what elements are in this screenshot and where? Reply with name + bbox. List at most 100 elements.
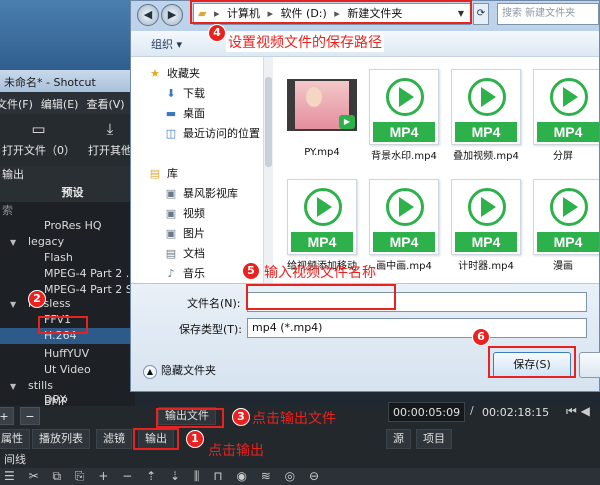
annotation-badge-2: 2 — [28, 290, 46, 308]
ripple-all-icon[interactable]: ◎ — [285, 469, 295, 483]
file-item[interactable]: MP4 叠加视频.mp4 — [445, 63, 527, 163]
mp4-label: MP4 — [373, 122, 435, 142]
skip-icon: ⏮ ◀ — [566, 404, 590, 418]
timeline-title-text: 间线 — [4, 453, 26, 466]
forward-button[interactable]: ▶ — [161, 4, 183, 26]
nav-videos[interactable]: ▣ 视频 — [163, 205, 205, 223]
nav-music[interactable]: ♪ 音乐 — [163, 265, 205, 283]
hide-folders-label: 隐藏文件夹 — [161, 364, 216, 377]
chevron-up-icon: ▲ — [143, 365, 157, 379]
filetype-select[interactable]: mp4 (*.mp4) — [247, 318, 587, 338]
menu-icon[interactable]: ☰ — [4, 469, 15, 483]
file-item[interactable]: ▶ PY.mp4 — [281, 63, 363, 163]
append-icon[interactable]: + — [98, 469, 108, 483]
mp4-label: MP4 — [537, 122, 599, 142]
open-other-icon: ⤓ — [106, 120, 114, 138]
cancel-button[interactable] — [579, 352, 600, 378]
file-list: ▶ PY.mp4 MP4 背景水印.mp4 MP4 叠加视频.mp4 MP4 分… — [277, 57, 599, 283]
annotation-box-filename — [246, 284, 396, 310]
preset-item-dpx[interactable]: DPX — [0, 392, 135, 408]
back-button[interactable]: ◀ — [137, 4, 159, 26]
current-timecode[interactable]: 00:00:05:09 — [388, 402, 466, 422]
open-other-label: 打开其他 — [88, 144, 132, 157]
filetype-value: mp4 (*.mp4) — [252, 321, 323, 334]
video-icon: ▣ — [165, 207, 177, 220]
arrow-left-icon: ◀ — [143, 8, 153, 21]
expand-triangle-icon: ▼ — [10, 300, 17, 309]
zoom-out-icon[interactable]: ⊖ — [309, 469, 319, 483]
current-timecode-text: 00:00:05:09 — [393, 406, 461, 419]
scrollbar-thumb[interactable] — [265, 77, 272, 167]
nav-desktop[interactable]: ▬ 桌面 — [163, 105, 205, 123]
tab-filters[interactable]: 滤镜 — [96, 429, 132, 449]
menu-view[interactable]: 查看(V) — [86, 96, 124, 114]
preset-search-hint: 索 — [2, 204, 13, 217]
cut-icon[interactable]: ✂ — [29, 469, 39, 483]
play-triangle — [563, 87, 578, 107]
preset-item-mpeg4-part2[interactable]: MPEG-4 Part 2 ... — [0, 266, 136, 282]
menu-file[interactable]: 文件(F) — [0, 96, 33, 114]
preset-item-flash[interactable]: Flash — [0, 250, 135, 266]
mp4-label: MP4 — [373, 232, 435, 252]
mp4-label: MP4 — [455, 122, 517, 142]
mp4-file-icon: MP4 — [369, 179, 439, 255]
nav-documents[interactable]: ▤ 文档 — [163, 245, 205, 263]
paste-icon[interactable]: ⎘ — [75, 469, 85, 483]
mp4-label: MP4 — [291, 232, 353, 252]
open-file-label: 打开文件（0） — [2, 144, 75, 157]
preset-item-prores-hq[interactable]: ProRes HQ — [0, 218, 135, 234]
navigation-scrollbar[interactable] — [263, 57, 273, 283]
file-item[interactable]: MP4 画中画.mp4 — [363, 173, 445, 273]
snap-icon[interactable]: ⊓ — [213, 469, 222, 483]
tab-project[interactable]: 项目 — [416, 429, 452, 449]
annotation-box-export-tab — [133, 428, 179, 450]
file-item[interactable]: MP4 计时器.mp4 — [445, 173, 527, 273]
tab-properties[interactable]: 属性 — [0, 429, 30, 449]
nav-downloads[interactable]: ⬇ 下载 — [163, 85, 205, 103]
open-other-button[interactable]: ⤓ 打开其他 — [88, 120, 132, 158]
tab-playlist[interactable]: 播放列表 — [32, 429, 90, 449]
playback-controls[interactable]: ⏮ ◀ — [566, 404, 600, 422]
open-file-button[interactable]: ▭ 打开文件（0） — [2, 120, 75, 158]
tab-source[interactable]: 源 — [386, 429, 411, 449]
search-input[interactable]: 搜索 新建文件夹 — [497, 3, 599, 25]
shotcut-title-bar: 未命名* - Shotcut — [0, 70, 135, 92]
overwrite-icon[interactable]: ⇣ — [170, 469, 180, 483]
expand-triangle-icon: ▼ — [10, 238, 17, 247]
preset-item-ut-video[interactable]: Ut Video — [0, 362, 135, 378]
dialog-body: ★ 收藏夹 ⬇ 下载 ▬ 桌面 ◫ 最近访问的位置 ▤ 库 ▣ 暴风影视库 ▣ 视频 ▣ 图片 … — [131, 57, 599, 283]
menu-edit[interactable]: 编辑(E) — [41, 96, 79, 114]
annotation-badge-6: 6 — [472, 328, 490, 346]
add-preset-button[interactable]: + — [0, 407, 14, 425]
filename-label: 文件名(N): — [187, 297, 241, 310]
file-item[interactable]: MP4 漫画 — [527, 173, 599, 273]
scrub-icon[interactable]: ◉ — [236, 469, 246, 483]
lift-icon[interactable]: ⇡ — [146, 469, 156, 483]
nav-baofeng-library[interactable]: ▣ 暴风影视库 — [163, 185, 238, 203]
preset-group-legacy[interactable]: ▼ legacy — [0, 234, 135, 250]
preset-search-input[interactable]: 索 — [0, 204, 135, 218]
split-icon[interactable]: ⫼ — [194, 469, 200, 483]
mp4-file-icon: MP4 — [533, 69, 599, 145]
ripple-icon[interactable]: ≋ — [261, 469, 271, 483]
annotation-box-path — [190, 0, 472, 24]
nav-recent[interactable]: ◫ 最近访问的位置 — [163, 125, 260, 143]
export-panel-title: 输出 — [0, 166, 135, 184]
refresh-button[interactable]: ⟳ — [473, 3, 489, 25]
file-item[interactable]: MP4 分屏 — [527, 63, 599, 163]
nav-libraries[interactable]: ▤ 库 — [147, 165, 178, 183]
file-item[interactable]: MP4 背景水印.mp4 — [363, 63, 445, 163]
preset-item-huffyuv[interactable]: HuffYUV — [0, 346, 135, 362]
mp4-file-icon: MP4 — [533, 179, 599, 255]
file-name: 计时器.mp4 — [458, 261, 514, 272]
preset-group-lossless[interactable]: ▼ lossless — [0, 296, 135, 312]
remove-icon[interactable]: − — [122, 469, 132, 483]
hide-folders-toggle[interactable]: ▲ 隐藏文件夹 — [143, 362, 216, 379]
nav-pictures[interactable]: ▣ 图片 — [163, 225, 205, 243]
nav-favorites[interactable]: ★ 收藏夹 — [147, 65, 200, 83]
remove-preset-button[interactable]: − — [20, 407, 40, 425]
copy-icon[interactable]: ⧉ — [52, 469, 61, 483]
file-item[interactable]: MP4 给视频添加移动 — [281, 173, 363, 273]
organize-button[interactable]: 组织 ▾ — [151, 36, 182, 52]
file-name: 叠加视频.mp4 — [453, 151, 519, 162]
